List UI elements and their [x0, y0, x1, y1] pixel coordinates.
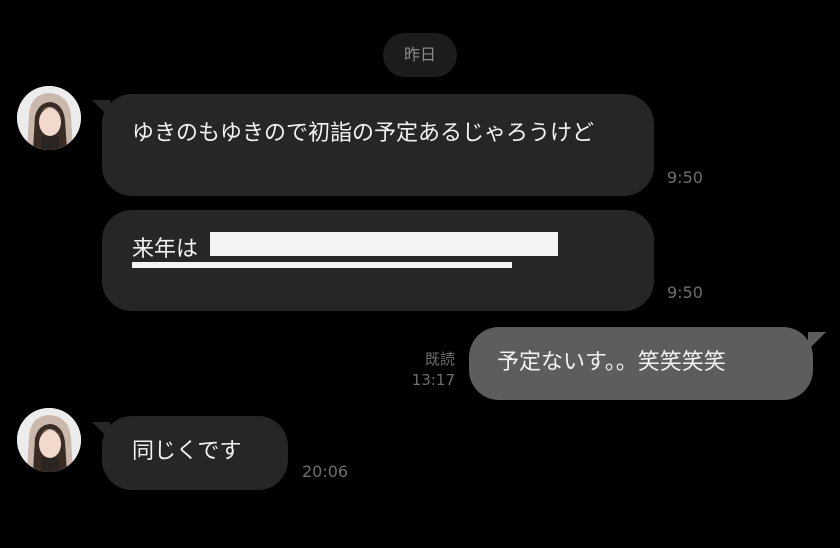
read-receipt: 既読	[424, 350, 455, 368]
message-text: 同じくです	[132, 439, 242, 464]
avatar-photo	[17, 408, 81, 472]
message-meta: 既読 13:17	[395, 349, 455, 391]
incoming-message-bubble[interactable]: 同じくです	[102, 416, 288, 490]
message-time: 9:50	[667, 168, 703, 187]
message-time: 13:17	[411, 371, 455, 389]
message-time: 20:06	[302, 462, 349, 481]
redaction-mark	[132, 262, 512, 268]
message-text: ゆきのもゆきので初詣の予定あるじゃろうけど	[132, 121, 595, 146]
outgoing-message-bubble[interactable]: 予定ないす。。笑笑笑笑	[469, 327, 813, 400]
message-text: 来年は	[132, 237, 199, 262]
redaction-mark	[210, 232, 558, 256]
avatar-photo	[17, 86, 81, 150]
contact-avatar[interactable]	[17, 408, 81, 472]
incoming-message-bubble[interactable]: ゆきのもゆきので初詣の予定あるじゃろうけど	[102, 94, 654, 196]
date-separator: 昨日	[383, 33, 457, 77]
message-text: 予定ないす。。笑笑笑笑	[497, 350, 726, 375]
incoming-message-bubble[interactable]: 来年は	[102, 210, 654, 311]
message-time: 9:50	[667, 283, 703, 302]
contact-avatar[interactable]	[17, 86, 81, 150]
bubble-tail	[808, 332, 826, 350]
